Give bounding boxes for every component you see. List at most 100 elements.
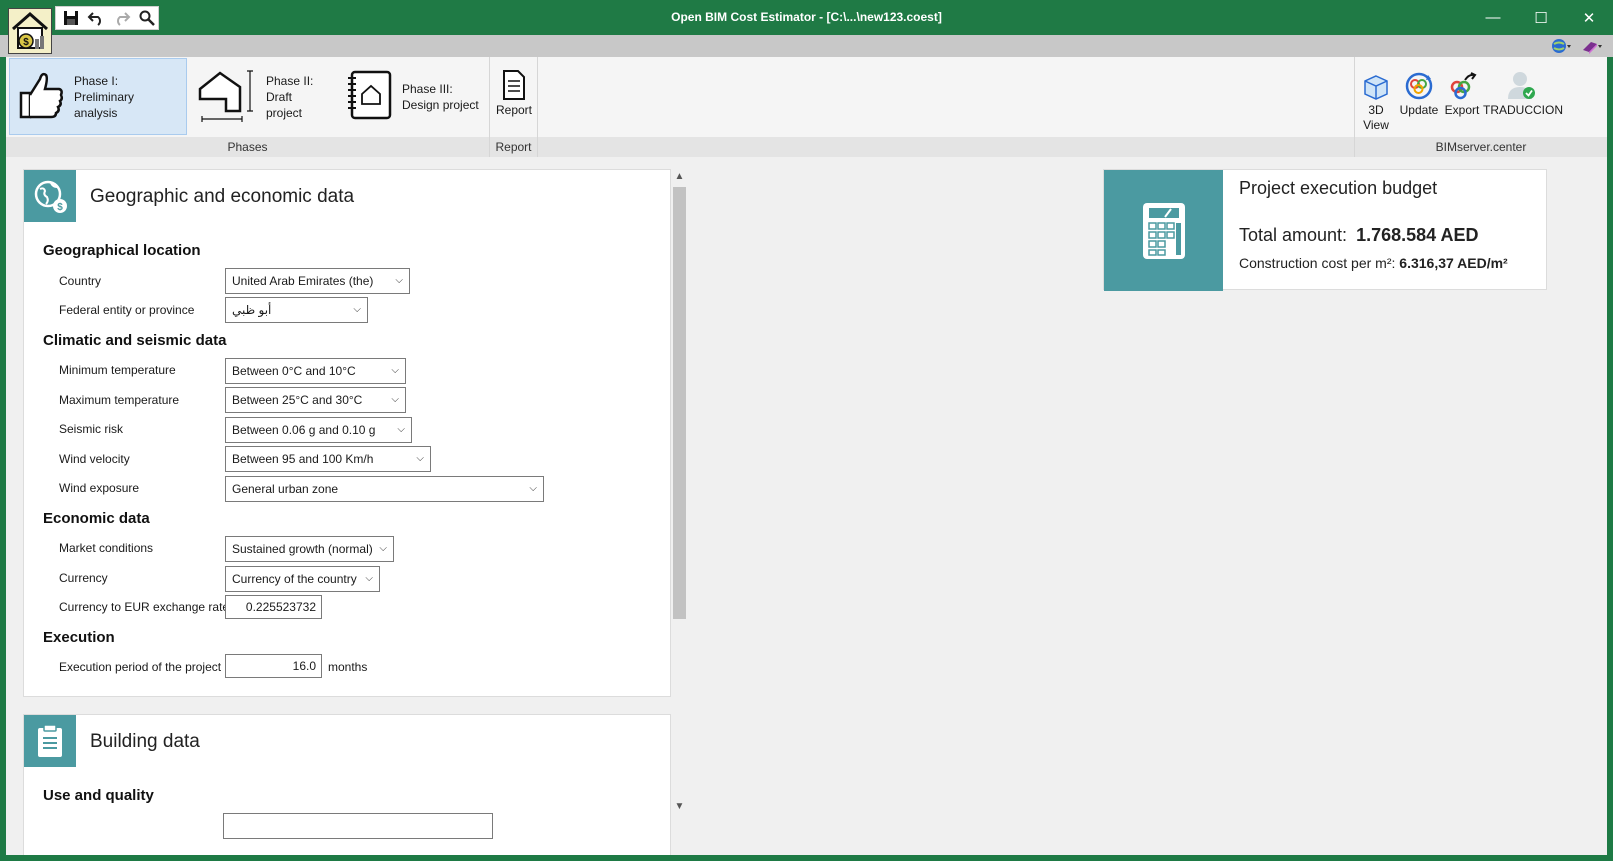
svg-text:$: $: [23, 37, 29, 48]
panel-header: Building data: [24, 715, 670, 767]
market-select[interactable]: Sustained growth (normal) ⌵: [225, 536, 394, 562]
execution-heading: Execution: [43, 629, 115, 646]
main-area: $ Geographic and economic data Geographi…: [6, 157, 1607, 855]
app-logo-icon[interactable]: $: [8, 8, 52, 54]
export-label: Export: [1444, 103, 1480, 117]
vertical-scrollbar[interactable]: ▲ ▼: [671, 169, 688, 817]
design-notebook-icon: [344, 68, 394, 125]
phase1-button[interactable]: Phase I: Preliminary analysis: [9, 58, 187, 135]
3d-view-line2: View: [1363, 118, 1389, 132]
phase3-button[interactable]: Phase III: Design project: [338, 58, 488, 135]
market-label: Market conditions: [59, 541, 154, 555]
chevron-down-icon: ⌵: [395, 275, 403, 286]
phase2-button[interactable]: Phase II: Draft project: [190, 58, 332, 135]
traduccion-label: TRADUCCION: [1483, 103, 1563, 117]
geo-location-heading: Geographical location: [43, 242, 201, 259]
help-book-icon[interactable]: [1581, 37, 1605, 55]
total-amount-value: 1.768.584 AED: [1356, 225, 1479, 245]
update-button[interactable]: Update: [1397, 61, 1441, 118]
wind-exposure-select[interactable]: General urban zone ⌵: [225, 476, 544, 502]
seismic-value: Between 0.06 g and 0.10 g: [232, 423, 376, 437]
language-globe-icon[interactable]: [1551, 37, 1575, 55]
min-temp-value: Between 0°C and 10°C: [232, 364, 356, 378]
maximize-button[interactable]: ☐: [1517, 0, 1565, 35]
3d-view-button[interactable]: 3D View: [1355, 61, 1397, 133]
chevron-down-icon: ⌵: [365, 573, 373, 584]
cost-per-m2-row: Construction cost per m²: 6.316,37 AED/m…: [1239, 255, 1508, 271]
report-button[interactable]: Report: [490, 61, 538, 118]
climate-heading: Climatic and seismic data: [43, 332, 227, 349]
country-select[interactable]: United Arab Emirates (the) ⌵: [225, 268, 410, 294]
country-label: Country: [59, 274, 102, 288]
use-quality-select[interactable]: [223, 813, 493, 839]
update-icon: [1397, 61, 1441, 101]
chevron-down-icon: ⌵: [391, 394, 399, 405]
seismic-label: Seismic risk: [59, 422, 124, 436]
max-temp-select[interactable]: Between 25°C and 30°C ⌵: [225, 387, 406, 413]
max-temp-label: Maximum temperature: [59, 393, 180, 407]
export-icon: [1441, 61, 1483, 101]
seismic-select[interactable]: Between 0.06 g and 0.10 g ⌵: [225, 417, 412, 443]
scroll-down-icon[interactable]: ▼: [671, 801, 688, 815]
market-value: Sustained growth (normal): [232, 542, 373, 556]
phases-group-label: Phases: [6, 137, 489, 157]
exchange-rate-label: Currency to EUR exchange rate: [59, 600, 230, 614]
user-account-icon: [1483, 61, 1559, 101]
province-label: Federal entity or province: [59, 303, 195, 317]
economic-heading: Economic data: [43, 510, 150, 527]
wind-exposure-value: General urban zone: [232, 482, 339, 496]
bimserver-group-label: BIMserver.center: [1355, 137, 1607, 157]
panel-title: Geographic and economic data: [90, 186, 355, 207]
currency-value: Currency of the country: [232, 572, 357, 586]
total-amount-row: Total amount: 1.768.584 AED: [1239, 225, 1479, 246]
scroll-up-icon[interactable]: ▲: [671, 171, 688, 185]
geographic-economic-panel: $ Geographic and economic data Geographi…: [23, 169, 671, 697]
currency-label: Currency: [59, 571, 108, 585]
phases-group: Phase I: Preliminary analysis Phase II: …: [6, 57, 490, 157]
house-plan-icon: [196, 67, 258, 126]
cost-per-m2-value: 6.316,37 AED/m²: [1399, 255, 1508, 271]
minimize-button[interactable]: —: [1469, 0, 1517, 35]
phase3-line1: Phase III:: [402, 81, 453, 96]
chevron-down-icon: ⌵: [391, 365, 399, 376]
total-amount-label: Total amount:: [1239, 225, 1348, 245]
wind-velocity-select[interactable]: Between 95 and 100 Km/h ⌵: [225, 446, 431, 472]
thumbs-up-icon: [16, 69, 66, 124]
chevron-down-icon: ⌵: [353, 304, 361, 315]
phase1-line2: Preliminary analysis: [74, 89, 135, 120]
country-value: United Arab Emirates (the): [232, 274, 374, 288]
update-label: Update: [1399, 103, 1439, 117]
traduccion-button[interactable]: TRADUCCION: [1483, 61, 1563, 118]
wind-exposure-label: Wind exposure: [59, 481, 140, 495]
scrollbar-thumb[interactable]: [673, 187, 686, 619]
phase1-line1: Phase I:: [74, 73, 119, 88]
globe-money-icon: $: [24, 170, 76, 222]
cost-per-m2-label: Construction cost per m²:: [1239, 255, 1396, 271]
wind-velocity-value: Between 95 and 100 Km/h: [232, 452, 374, 466]
svg-text:$: $: [57, 202, 63, 213]
close-button[interactable]: ✕: [1565, 0, 1613, 35]
currency-select[interactable]: Currency of the country ⌵: [225, 566, 380, 592]
province-select[interactable]: أبو ظبي ⌵: [225, 297, 368, 323]
budget-title: Project execution budget: [1239, 178, 1438, 198]
clipboard-icon: [24, 715, 76, 767]
export-button[interactable]: Export: [1441, 61, 1483, 118]
execution-period-input[interactable]: 16.0: [225, 654, 322, 678]
months-unit: months: [328, 660, 368, 674]
report-group: Report Report: [490, 57, 538, 157]
wind-velocity-label: Wind velocity: [59, 452, 130, 466]
calculator-icon: [1104, 170, 1223, 291]
use-quality-heading: Use and quality: [43, 787, 154, 804]
ribbon-empty-area: [538, 57, 1355, 157]
chevron-down-icon: ⌵: [397, 424, 405, 435]
3d-cube-icon: [1355, 61, 1397, 101]
3d-view-line1: 3D: [1368, 103, 1384, 117]
report-icon: [490, 61, 538, 101]
panel-header: $ Geographic and economic data: [24, 170, 670, 222]
exchange-rate-input[interactable]: 0.225523732: [225, 595, 322, 619]
min-temp-select[interactable]: Between 0°C and 10°C ⌵: [225, 358, 406, 384]
report-group-label: Report: [490, 137, 537, 157]
phase2-line1: Phase II:: [266, 73, 314, 88]
execution-period-label: Execution period of the project: [59, 660, 222, 674]
budget-summary-panel: Project execution budget Total amount: 1…: [1103, 169, 1547, 291]
